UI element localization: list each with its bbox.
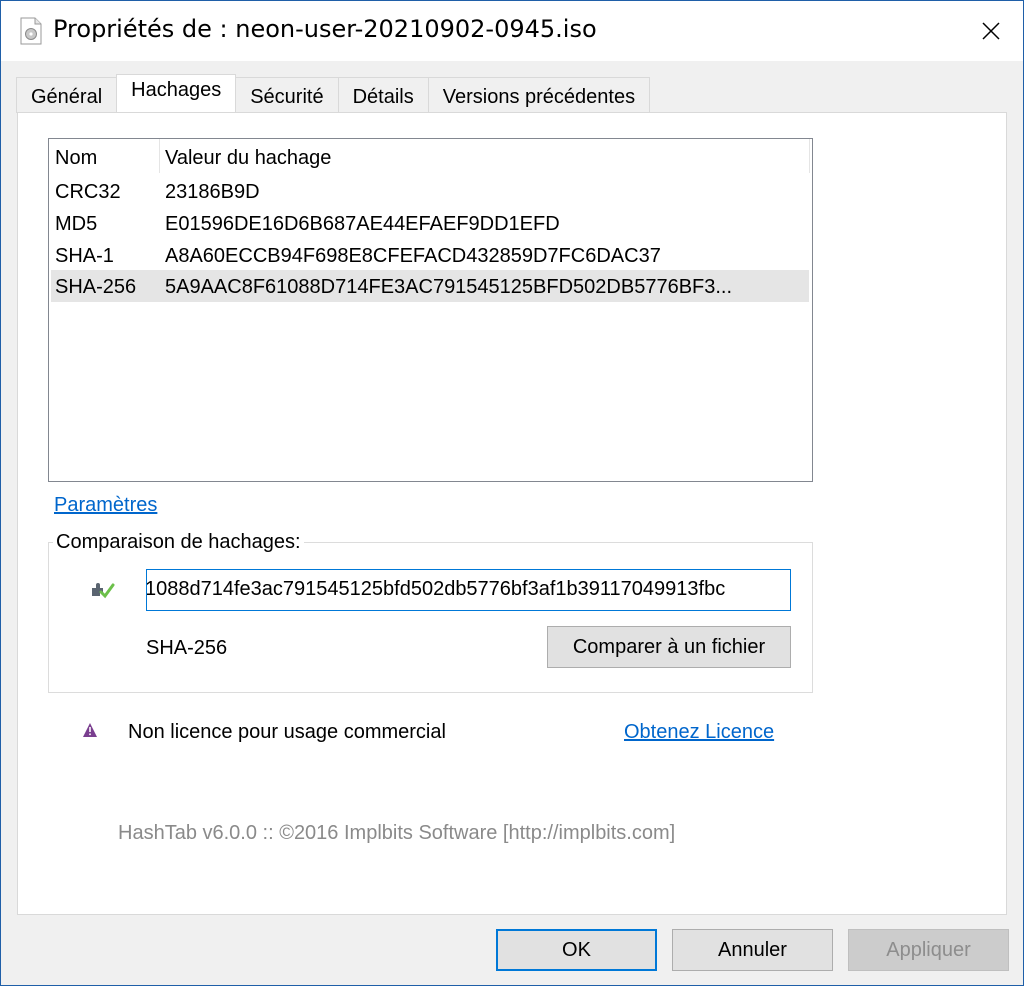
license-status-text: Non licence pour usage commercial: [128, 721, 446, 743]
ok-button[interactable]: OK: [496, 929, 657, 971]
hash-name: CRC32: [55, 181, 121, 203]
warning-icon: [83, 723, 97, 737]
puzzle-check-icon: [92, 583, 115, 599]
table-row[interactable]: MD5 E01596DE16D6B687AE44EFAEF9DD1EFD: [51, 207, 809, 239]
tab-general[interactable]: Général: [16, 77, 118, 113]
hash-value: A8A60ECCB94F698E8CFEFACD432859D7FC6DAC37: [165, 245, 661, 267]
version-footer: HashTab v6.0.0 :: ©2016 Implbits Softwar…: [118, 822, 676, 844]
hashes-panel: Nom Valeur du hachage CRC32 23186B9D MD5…: [17, 112, 1007, 915]
apply-button[interactable]: Appliquer: [848, 929, 1009, 971]
group-label: Comparaison de hachages:: [53, 531, 304, 554]
tab-previous-versions[interactable]: Versions précédentes: [427, 77, 651, 113]
properties-dialog: Propriétés de : neon-user-20210902-0945.…: [0, 0, 1024, 986]
tab-security[interactable]: Sécurité: [235, 77, 339, 113]
column-header-name[interactable]: Nom: [55, 147, 97, 170]
hash-list[interactable]: Nom Valeur du hachage CRC32 23186B9D MD5…: [48, 138, 813, 482]
title-bar[interactable]: Propriétés de : neon-user-20210902-0945.…: [1, 1, 1023, 61]
close-icon: [982, 22, 1000, 40]
hash-compare-input[interactable]: 1088d714fe3ac791545125bfd502db5776bf3af1…: [146, 569, 791, 611]
hash-value: E01596DE16D6B687AE44EFAEF9DD1EFD: [165, 213, 560, 235]
cancel-button[interactable]: Annuler: [672, 929, 833, 971]
get-license-link[interactable]: Obtenez Licence: [624, 721, 774, 744]
file-icon: [20, 17, 42, 45]
tab-strip: Général Hachages Sécurité Détails Versio…: [16, 74, 651, 114]
table-row[interactable]: SHA-1 A8A60ECCB94F698E8CFEFACD432859D7FC…: [51, 239, 809, 271]
hash-name: SHA-256: [55, 276, 137, 298]
column-divider[interactable]: [809, 139, 810, 173]
hash-name: SHA-1: [55, 245, 114, 267]
column-header-value[interactable]: Valeur du hachage: [165, 147, 331, 170]
hash-comparison-group: Comparaison de hachages: 1088d714fe3ac79…: [48, 531, 813, 693]
tab-details[interactable]: Détails: [337, 77, 429, 113]
table-row[interactable]: CRC32 23186B9D: [51, 175, 809, 207]
settings-link[interactable]: Paramètres: [54, 494, 157, 517]
hash-name: MD5: [55, 213, 98, 235]
tab-hashes[interactable]: Hachages: [116, 74, 237, 114]
list-header: Nom Valeur du hachage: [49, 139, 812, 173]
hash-value: 5A9AAC8F61088D714FE3AC791545125BFD502DB5…: [165, 276, 733, 298]
table-row[interactable]: SHA-256 5A9AAC8F61088D714FE3AC791545125B…: [51, 270, 809, 302]
close-button[interactable]: [959, 1, 1023, 61]
column-divider[interactable]: [159, 139, 160, 173]
window-title: Propriétés de : neon-user-20210902-0945.…: [53, 15, 597, 43]
hash-value: 23186B9D: [165, 181, 260, 203]
compare-file-button[interactable]: Comparer à un fichier: [547, 626, 791, 668]
algorithm-label: SHA-256: [146, 637, 228, 659]
